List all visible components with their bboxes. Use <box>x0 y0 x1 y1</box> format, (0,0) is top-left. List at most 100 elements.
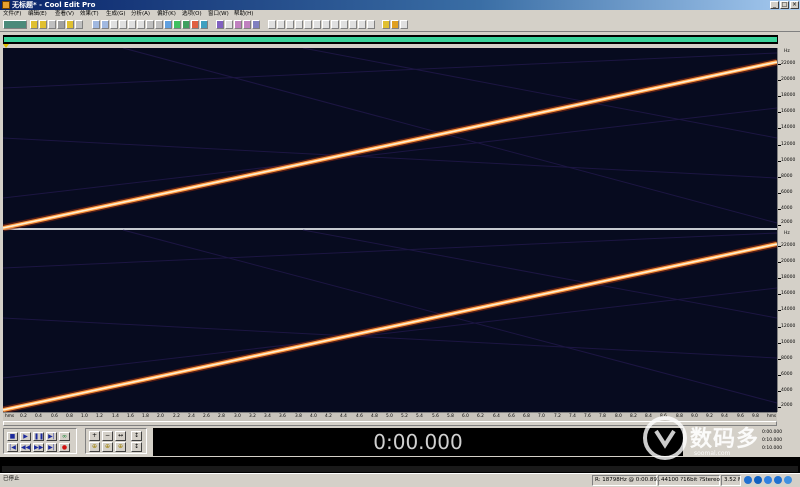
open-append-button[interactable] <box>66 20 74 29</box>
freq-label: 4000 <box>781 206 793 211</box>
close-file-button[interactable] <box>75 20 83 29</box>
freq-label: 10000 <box>781 158 796 163</box>
freq-label: 8000 <box>781 356 793 361</box>
time-label: 7.6 <box>584 414 591 419</box>
multitrack-toggle-button[interactable] <box>3 20 27 29</box>
menu-options[interactable]: 选项(O) <box>182 10 202 18</box>
tray-ime-icon[interactable] <box>744 476 752 484</box>
stop-button[interactable]: ■ <box>7 432 18 441</box>
time-label: 1.0 <box>81 414 88 419</box>
end-time: 0:10.000 <box>762 438 783 443</box>
overview-range[interactable] <box>4 37 777 42</box>
menu-bar: 文件(F) 编辑(E) 查看(V) 效果(T) 生成(G) 分析(A) 偏好(K… <box>0 10 800 18</box>
flanger-button[interactable] <box>349 20 357 29</box>
close-button[interactable]: × <box>790 1 799 9</box>
menu-generate[interactable]: 生成(G) <box>106 10 126 18</box>
zoom-in-icon[interactable]: + <box>89 431 100 441</box>
menu-window[interactable]: 窗口(W) <box>208 10 229 18</box>
phase-analysis-button[interactable] <box>234 20 242 29</box>
fast-forward-button[interactable]: ▶▶ <box>33 443 44 452</box>
loop-button[interactable]: ∞ <box>59 432 70 441</box>
zoom-vertical-out-icon[interactable]: ↕ <box>131 442 142 452</box>
zoom-vertical-in-icon[interactable]: ↕ <box>131 431 142 441</box>
playlist-button[interactable] <box>200 20 208 29</box>
delay-button[interactable] <box>340 20 348 29</box>
noise-reduction-button[interactable] <box>313 20 321 29</box>
menu-file[interactable]: 文件(F) <box>3 10 21 18</box>
stretch-button[interactable] <box>295 20 303 29</box>
freq-label: 18000 <box>781 93 796 98</box>
copy-button[interactable] <box>119 20 127 29</box>
scripts-button[interactable] <box>382 20 390 29</box>
cut-button[interactable] <box>110 20 118 29</box>
tray-help-icon[interactable] <box>774 476 782 484</box>
delete-button[interactable] <box>155 20 163 29</box>
filter-button[interactable] <box>243 20 251 29</box>
time-label: 2.6 <box>203 414 210 419</box>
pause-button[interactable]: ❚❚ <box>33 432 44 441</box>
undo-button[interactable] <box>92 20 100 29</box>
amplify-button[interactable] <box>268 20 276 29</box>
waveform-view-button[interactable] <box>164 20 172 29</box>
menu-effects[interactable]: 效果(T) <box>80 10 99 18</box>
spectral-view[interactable] <box>3 48 777 412</box>
zoom-out-icon[interactable]: − <box>102 431 113 441</box>
time-label: 7.8 <box>599 414 606 419</box>
menu-edit[interactable]: 编辑(E) <box>28 10 47 18</box>
tray-network-icon[interactable] <box>754 476 762 484</box>
redo-button[interactable] <box>101 20 109 29</box>
tray-volume-icon[interactable] <box>764 476 772 484</box>
envelope-button[interactable] <box>286 20 294 29</box>
go-to-start-button[interactable]: |◀ <box>7 443 18 452</box>
record-button[interactable]: ● <box>59 443 70 452</box>
text-button[interactable] <box>304 20 312 29</box>
cue-list-button[interactable] <box>182 20 190 29</box>
open-file-button[interactable] <box>39 20 47 29</box>
play-button[interactable]: ▶ <box>20 432 31 441</box>
echo-button[interactable] <box>331 20 339 29</box>
save-button[interactable] <box>48 20 56 29</box>
overview-bar[interactable] <box>3 35 778 44</box>
freq-label: 12000 <box>781 324 796 329</box>
record-device-button[interactable] <box>191 20 199 29</box>
trim-button[interactable] <box>146 20 154 29</box>
menu-favorites[interactable]: 偏好(K) <box>157 10 176 18</box>
menu-view[interactable]: 查看(V) <box>55 10 74 18</box>
spectral-view-button[interactable] <box>173 20 181 29</box>
window-title: 无标题* - Cool Edit Pro <box>12 1 96 9</box>
chorus-button[interactable] <box>358 20 366 29</box>
batch-button[interactable] <box>391 20 399 29</box>
zoom-full-icon[interactable]: ↔ <box>115 431 126 441</box>
zoom-right-icon[interactable]: ⊕ <box>102 442 113 452</box>
zoom-selection-icon[interactable]: ⊕ <box>115 442 126 452</box>
play-to-end-button[interactable]: ▶| <box>46 432 57 441</box>
menu-help[interactable]: 帮助(H) <box>234 10 253 18</box>
new-file-button[interactable] <box>30 20 38 29</box>
status-cursor: R: 18798Hz @ 0:00.891 <box>592 475 660 486</box>
time-label: 7.2 <box>554 414 561 419</box>
frequency-analysis-button[interactable] <box>216 20 224 29</box>
freq-label: 6000 <box>781 190 793 195</box>
watermark-text: 数码多 <box>690 427 760 452</box>
minimize-button[interactable]: _ <box>770 1 779 9</box>
watermark-logo-icon <box>643 416 687 460</box>
normalize-button[interactable] <box>277 20 285 29</box>
maximize-button[interactable]: □ <box>780 1 789 9</box>
invert-button[interactable] <box>367 20 375 29</box>
menu-analyze[interactable]: 分析(A) <box>131 10 150 18</box>
reverb-button[interactable] <box>322 20 330 29</box>
mix-paste-button[interactable] <box>137 20 145 29</box>
begin-time: 0:00.000 <box>762 430 783 435</box>
tray-settings-icon[interactable] <box>784 476 792 484</box>
spectrogram-canvas <box>3 48 777 412</box>
paste-button[interactable] <box>128 20 136 29</box>
length-time: 0:10.000 <box>762 446 783 451</box>
rewind-button[interactable]: ◀◀ <box>20 443 31 452</box>
zoom-left-icon[interactable]: ⊕ <box>89 442 100 452</box>
go-to-end-button[interactable]: ▶| <box>46 443 57 452</box>
time-label: 6.0 <box>462 414 469 419</box>
statistics-button[interactable] <box>225 20 233 29</box>
settings-button[interactable] <box>400 20 408 29</box>
eq-button[interactable] <box>252 20 260 29</box>
save-as-button[interactable] <box>57 20 65 29</box>
